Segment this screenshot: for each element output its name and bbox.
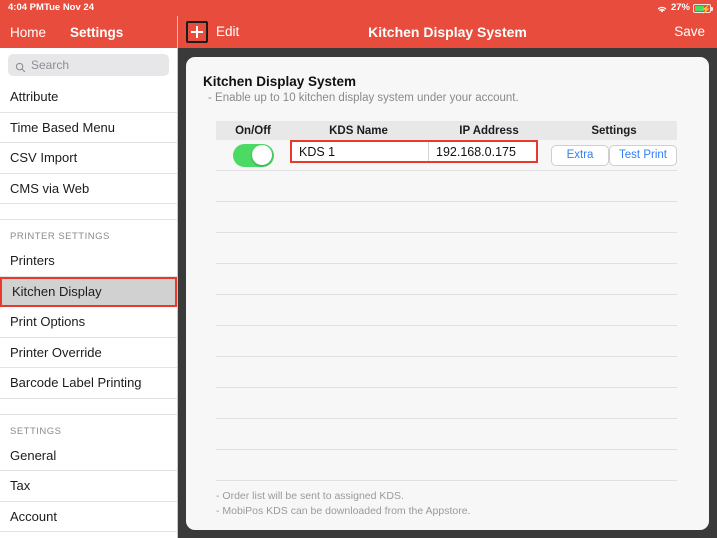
- sidebar-divider: [0, 398, 177, 415]
- kds-settings-cell: Extra Test Print: [551, 144, 677, 166]
- table-row-empty[interactable]: [216, 295, 677, 326]
- table-row-empty[interactable]: [216, 326, 677, 357]
- table-row-empty[interactable]: [216, 450, 677, 481]
- main-area: Edit Kitchen Display System Save Kitchen…: [178, 16, 717, 538]
- search-input[interactable]: Search: [8, 54, 169, 76]
- sidebar-section-printer-settings: PRINTER SETTINGS: [0, 220, 177, 246]
- card-notes: - Order list will be sent to assigned KD…: [216, 489, 470, 519]
- column-header-settings: Settings: [591, 124, 637, 137]
- kds-edit-fields: KDS 1 192.168.0.175: [290, 140, 538, 163]
- sidebar-item-time-based-menu[interactable]: Time Based Menu: [0, 112, 177, 143]
- kds-table: On/Off KDS Name IP Address Settings KDS …: [216, 121, 677, 481]
- sidebar-item-csv-import[interactable]: CSV Import: [0, 143, 177, 174]
- sidebar-item-account[interactable]: Account: [0, 501, 177, 532]
- table-row-empty[interactable]: [216, 388, 677, 419]
- kds-ip-input[interactable]: 192.168.0.175: [429, 142, 536, 161]
- table-row-empty[interactable]: [216, 233, 677, 264]
- table-row-empty[interactable]: [216, 171, 677, 202]
- sidebar-item-print-options[interactable]: Print Options: [0, 307, 177, 338]
- sidebar-item-barcode-label-printing[interactable]: Barcode Label Printing: [0, 368, 177, 399]
- kds-name-input[interactable]: KDS 1: [292, 142, 429, 161]
- settings-title: Settings: [70, 24, 124, 40]
- home-button[interactable]: Home: [10, 25, 46, 40]
- save-button[interactable]: Save: [674, 16, 705, 48]
- sidebar-section-settings: SETTINGS: [0, 414, 177, 441]
- search-icon: [15, 60, 26, 72]
- sidebar: Home Settings Search Attribute Time Based…: [0, 16, 178, 538]
- kds-enable-cell: [216, 143, 290, 167]
- status-bar: 4:04 PM Tue Nov 24 27% ⚡: [0, 0, 717, 16]
- sidebar-item-printer-override[interactable]: Printer Override: [0, 337, 177, 368]
- wifi-icon: [656, 4, 668, 14]
- test-print-button[interactable]: Test Print: [609, 144, 677, 166]
- status-time: 4:04 PM: [8, 2, 44, 13]
- sidebar-item-attribute[interactable]: Attribute: [0, 82, 177, 113]
- extra-button[interactable]: Extra: [551, 144, 609, 166]
- table-row: KDS 1 192.168.0.175 Extra Test Print: [216, 140, 677, 171]
- sidebar-item-general[interactable]: General: [0, 440, 177, 471]
- search-container: Search: [0, 48, 177, 82]
- battery-charging-icon: ⚡: [693, 3, 713, 14]
- sidebar-item-printers[interactable]: Printers: [0, 246, 177, 277]
- table-row-empty[interactable]: [216, 357, 677, 388]
- table-header: On/Off KDS Name IP Address Settings: [216, 121, 677, 140]
- sidebar-item-kitchen-display[interactable]: Kitchen Display: [0, 276, 177, 307]
- nav-bar: Edit Kitchen Display System Save: [178, 16, 717, 48]
- battery-percent: 27%: [670, 2, 690, 13]
- note-line: - Order list will be sent to assigned KD…: [216, 490, 404, 502]
- sidebar-divider: [0, 204, 177, 220]
- app-window: 4:04 PM Tue Nov 24 27% ⚡ Home Settings S…: [0, 0, 717, 538]
- note-line: - MobiPos KDS can be downloaded from the…: [216, 505, 471, 517]
- status-date: Tue Nov 24: [44, 2, 94, 13]
- kds-enable-toggle[interactable]: [232, 143, 274, 167]
- column-header-ip: IP Address: [459, 124, 519, 137]
- card-subtitle: - Enable up to 10 kitchen display system…: [208, 92, 519, 104]
- table-row-empty[interactable]: [216, 419, 677, 450]
- card-title: Kitchen Display System: [203, 74, 357, 89]
- column-header-name: KDS Name: [329, 124, 388, 137]
- table-row-empty[interactable]: [216, 264, 677, 295]
- table-row-empty[interactable]: [216, 202, 677, 233]
- sidebar-item-tax[interactable]: Tax: [0, 471, 177, 502]
- sidebar-item-cms-via-web[interactable]: CMS via Web: [0, 173, 177, 204]
- search-placeholder: Search: [31, 58, 70, 72]
- sidebar-menu: Attribute Time Based Menu CSV Import CMS vi…: [0, 82, 177, 532]
- status-right-cluster: 27% ⚡: [656, 0, 713, 16]
- empty-rows-container: [216, 171, 677, 481]
- sidebar-header: Home Settings: [0, 16, 177, 48]
- column-header-onoff: On/Off: [235, 124, 271, 137]
- kds-card: Kitchen Display System - Enable up to 10…: [186, 57, 709, 530]
- page-title: Kitchen Display System: [368, 24, 527, 40]
